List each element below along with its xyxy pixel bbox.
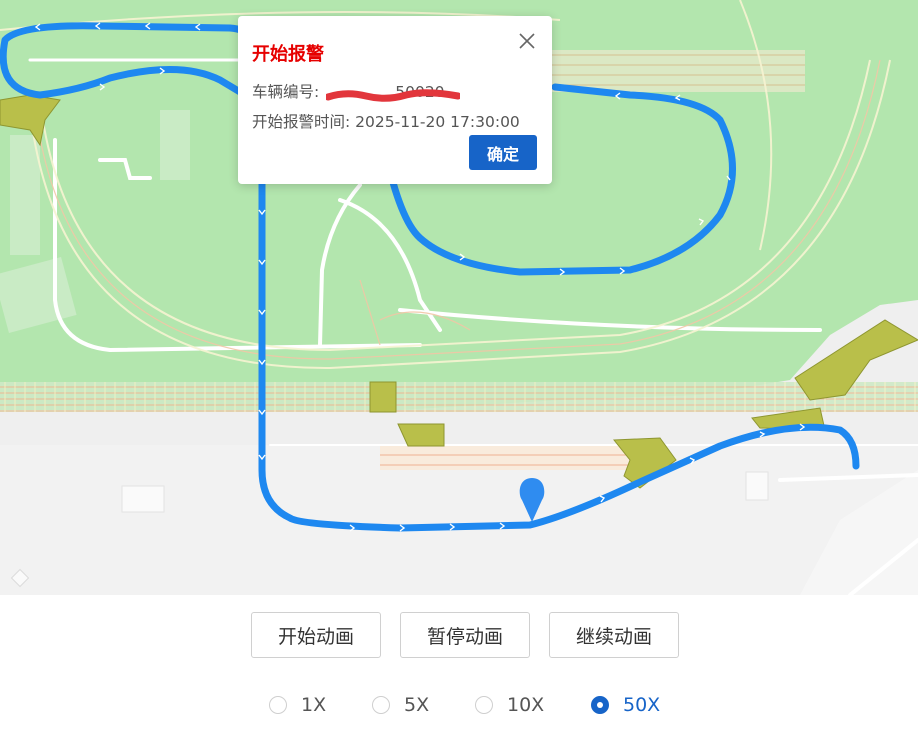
speed-option-50x[interactable]: 50X [591,690,660,720]
speed-label: 10X [507,694,545,716]
alarm-popup: 开始报警 车辆编号: 50020 开始报警时间: 2025-11-20 17:30… [238,16,552,184]
start-animation-button[interactable]: 开始动画 [251,612,381,658]
redaction-mark [326,89,460,102]
pause-animation-button[interactable]: 暂停动画 [400,612,530,658]
map-view[interactable]: 开始报警 车辆编号: 50020 开始报警时间: 2025-11-20 17:30… [0,0,918,595]
radio-button[interactable] [372,696,390,714]
resume-animation-button[interactable]: 继续动画 [549,612,679,658]
speed-option-1x[interactable]: 1X [269,690,326,720]
popup-title: 开始报警 [252,44,324,65]
alarm-start-label: 开始报警时间: [252,113,351,131]
radio-button[interactable] [475,696,493,714]
close-icon[interactable] [518,32,536,50]
radio-button-selected[interactable] [591,696,609,714]
speed-label: 50X [623,694,661,716]
speed-label: 5X [404,694,430,716]
rail-band [380,445,630,470]
confirm-button[interactable]: 确定 [469,135,537,170]
speed-option-5x[interactable]: 5X [372,690,429,720]
radio-button[interactable] [269,696,287,714]
alarm-start-value: 2025-11-20 17:30:00 [355,113,520,131]
speed-option-10x[interactable]: 10X [475,690,544,720]
building [121,485,165,513]
rail-band [550,50,805,92]
rail-band [0,382,918,412]
animation-controls: 开始动画 暂停动画 继续动画 [0,612,918,658]
building [160,110,190,180]
vehicle-id-label: 车辆编号: [252,83,320,101]
building [745,471,769,501]
building [10,135,40,255]
alarm-start-row: 开始报警时间: 2025-11-20 17:30:00 [252,110,520,132]
speed-label: 1X [301,694,327,716]
